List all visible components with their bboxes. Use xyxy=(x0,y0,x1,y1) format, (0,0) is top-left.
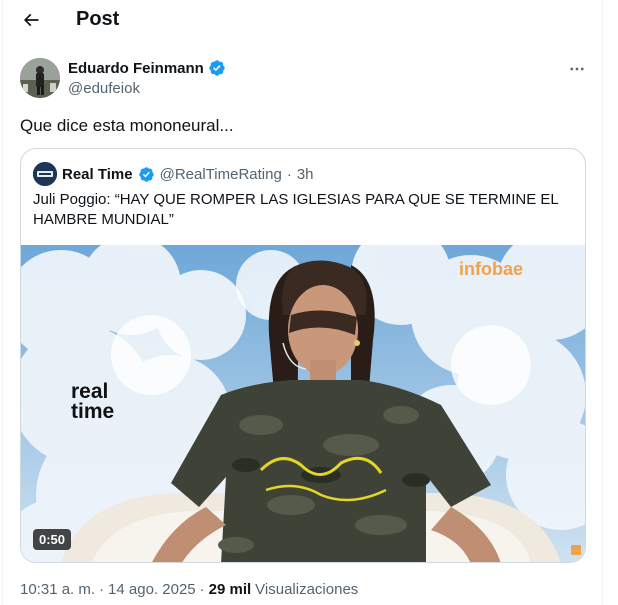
quoted-post-text: Juli Poggio: “HAY QUE ROMPER LAS IGLESIA… xyxy=(33,191,559,228)
page-title: Post xyxy=(76,8,120,30)
post-date[interactable]: 14 ago. 2025 xyxy=(108,581,196,598)
quoted-author-handle: @RealTimeRating xyxy=(159,165,282,183)
realtime-watermark: real time xyxy=(71,380,115,423)
author-name-row: Eduardo Feinmann xyxy=(68,59,226,77)
post-text: Que dice esta mononeural... xyxy=(20,116,234,135)
author-handle[interactable]: @edufeiok xyxy=(68,80,140,97)
video-player[interactable]: infobae real time 0:50 xyxy=(21,245,585,562)
author-name[interactable]: Eduardo Feinmann xyxy=(68,60,204,77)
post-page: Post Eduardo Feinmann @edufeiok Que dice… xyxy=(0,0,618,605)
avatar-image xyxy=(20,58,60,98)
views-count: 29 mil xyxy=(208,581,252,598)
views-label: Visualizaciones xyxy=(255,581,359,598)
post-time[interactable]: 10:31 a. m. xyxy=(20,581,95,598)
arrow-left-icon xyxy=(23,13,39,27)
dot-separator: · xyxy=(99,581,105,598)
post-metadata: 10:31 a. m. · 14 ago. 2025 · 29 mil Visu… xyxy=(20,581,358,598)
post-author: Eduardo Feinmann @edufeiok xyxy=(20,58,600,100)
quoted-avatar-image xyxy=(33,162,57,186)
column-border-left xyxy=(2,0,3,605)
dot-separator: · xyxy=(199,581,205,598)
quoted-post-header: Real Time @RealTimeRating · 3h xyxy=(33,162,314,186)
verified-badge-icon xyxy=(209,60,225,76)
top-bar: Post xyxy=(0,0,602,40)
more-horizontal-icon xyxy=(570,67,584,71)
quoted-avatar[interactable] xyxy=(33,162,57,186)
quoted-post[interactable]: Real Time @RealTimeRating · 3h Juli Pogg… xyxy=(20,148,586,563)
back-button[interactable] xyxy=(14,3,48,37)
quoted-author-name: Real Time xyxy=(62,165,133,183)
video-duration-badge: 0:50 xyxy=(33,529,72,550)
quoted-timestamp: 3h xyxy=(296,165,314,183)
avatar[interactable] xyxy=(20,58,60,98)
more-options-button[interactable] xyxy=(565,58,589,80)
dot-separator: · xyxy=(286,165,292,183)
verified-badge-icon xyxy=(138,166,154,182)
infobae-watermark: infobae xyxy=(459,259,524,279)
column-border-right xyxy=(602,0,603,605)
